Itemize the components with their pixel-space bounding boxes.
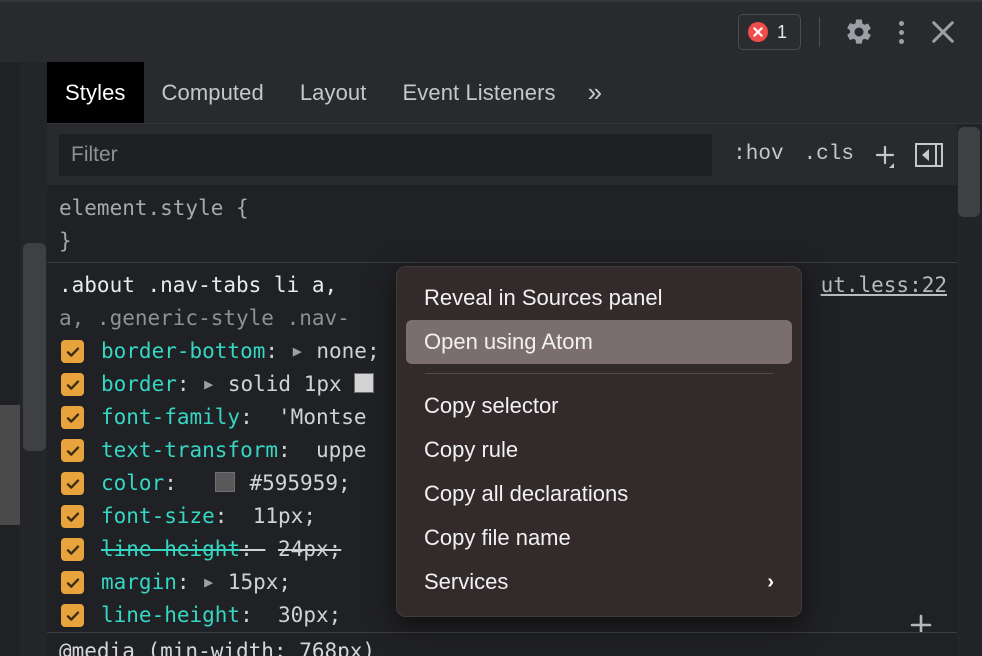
- declaration-property[interactable]: line-height: [101, 603, 240, 627]
- left-scrollbar-thumb[interactable]: [23, 243, 46, 451]
- toolbar-divider: [819, 17, 820, 47]
- tab-computed[interactable]: Computed: [144, 62, 282, 123]
- declaration-value[interactable]: none;: [316, 339, 379, 363]
- expand-triangle-icon[interactable]: ▶: [202, 566, 215, 599]
- rule-selector[interactable]: element.style {: [47, 192, 957, 225]
- declaration-property[interactable]: font-size: [101, 504, 215, 528]
- tabs-overflow-label: »: [587, 77, 603, 107]
- tab-event-listeners[interactable]: Event Listeners: [384, 62, 573, 123]
- declaration-checkbox[interactable]: [61, 604, 84, 627]
- menu-item-copy-file-name[interactable]: Copy file name: [406, 516, 792, 560]
- error-circle-x-icon: [747, 22, 768, 42]
- left-rail-highlight: [0, 405, 20, 525]
- rule-close-brace: }: [59, 229, 72, 253]
- declaration-property[interactable]: border-bottom: [101, 339, 265, 363]
- menu-item-label: Copy file name: [424, 525, 571, 550]
- kebab-dot: [898, 29, 904, 35]
- declaration-value[interactable]: 30px;: [278, 603, 341, 627]
- menu-item-services[interactable]: Services ›: [406, 560, 792, 604]
- close-icon[interactable]: [922, 11, 964, 53]
- declaration-checkbox[interactable]: [61, 373, 84, 396]
- declaration-property[interactable]: margin: [101, 570, 177, 594]
- declaration-value[interactable]: solid 1px: [228, 372, 342, 396]
- rule-media-query-partial[interactable]: @media (min-width: 768px): [47, 632, 957, 656]
- kebab-menu-icon[interactable]: [880, 11, 922, 53]
- menu-separator: [425, 373, 773, 374]
- declaration-value[interactable]: 24px;: [278, 537, 341, 561]
- menu-item-copy-selector[interactable]: Copy selector: [406, 384, 792, 428]
- expand-triangle-icon[interactable]: ▶: [291, 335, 304, 368]
- menu-item-label: Copy all declarations: [424, 481, 629, 506]
- search-input[interactable]: [59, 133, 713, 176]
- expand-triangle-icon[interactable]: ▶: [202, 368, 215, 401]
- tab-styles[interactable]: Styles: [47, 62, 144, 123]
- menu-item-copy-all-declarations[interactable]: Copy all declarations: [406, 472, 792, 516]
- filter-actions: :hov .cls: [712, 135, 951, 175]
- declaration-checkbox[interactable]: [61, 439, 84, 462]
- color-swatch[interactable]: [354, 373, 375, 393]
- gear-icon[interactable]: [838, 11, 880, 53]
- error-count-badge[interactable]: 1: [737, 14, 801, 50]
- devtools-toolbar: 1: [0, 0, 982, 62]
- declaration-checkbox[interactable]: [61, 472, 84, 495]
- declaration-checkbox[interactable]: [61, 505, 84, 528]
- declaration-property[interactable]: border: [101, 372, 177, 396]
- kebab-dot: [898, 38, 904, 44]
- devtools-styles-panel: 1 Styles Computed Layout Event Listeners…: [0, 0, 982, 656]
- declaration-property[interactable]: font-family: [101, 405, 240, 429]
- rule-selector-text: a, .generic-style .nav-: [59, 306, 350, 330]
- menu-item-reveal-in-sources[interactable]: Reveal in Sources panel: [406, 276, 792, 320]
- declaration-property[interactable]: text-transform: [101, 438, 278, 462]
- declaration-value[interactable]: 11px;: [253, 504, 316, 528]
- declaration-checkbox[interactable]: [61, 340, 84, 363]
- tab-label: Layout: [299, 79, 367, 105]
- element-classes-button[interactable]: .cls: [795, 137, 863, 172]
- rule-element-style[interactable]: element.style { }: [47, 186, 957, 263]
- menu-item-label: Services: [424, 569, 509, 594]
- context-menu: Reveal in Sources panel Open using Atom …: [396, 266, 802, 617]
- color-swatch[interactable]: [214, 472, 235, 492]
- tab-label: Computed: [161, 79, 264, 105]
- toggle-element-state-button[interactable]: :hov: [724, 137, 792, 172]
- declaration-value[interactable]: 15px;: [228, 570, 291, 594]
- tabs-overflow-icon[interactable]: »: [574, 62, 617, 123]
- rule-origin-link[interactable]: ut.less:22: [821, 269, 947, 302]
- tab-label: Styles: [65, 79, 126, 105]
- new-style-rule-button[interactable]: [865, 135, 905, 175]
- declaration-property[interactable]: line-height: [101, 537, 240, 561]
- declaration-value[interactable]: uppe: [316, 438, 367, 462]
- declaration-value[interactable]: 'Montse: [278, 405, 367, 429]
- submenu-chevron-right-icon: ›: [767, 570, 774, 593]
- error-count-label: 1: [776, 22, 787, 42]
- rule-selector-text: .about .nav-tabs li a,: [59, 273, 338, 297]
- menu-item-label: Copy rule: [424, 437, 519, 462]
- kebab-dot: [898, 20, 904, 26]
- declaration-value[interactable]: #595959;: [249, 471, 350, 495]
- declaration-checkbox[interactable]: [61, 406, 84, 429]
- declaration-checkbox[interactable]: [61, 538, 84, 561]
- menu-item-label: Open using Atom: [424, 329, 593, 354]
- left-rail: [0, 62, 20, 656]
- tab-layout[interactable]: Layout: [282, 62, 385, 123]
- right-scrollbar-thumb[interactable]: [958, 127, 980, 217]
- tab-label: Event Listeners: [402, 79, 556, 105]
- panel-collapse-icon[interactable]: [907, 135, 951, 175]
- menu-item-open-using-atom[interactable]: Open using Atom: [406, 320, 792, 364]
- declaration-checkbox[interactable]: [61, 571, 84, 594]
- styles-pane-tabs: Styles Computed Layout Event Listeners »: [47, 62, 982, 124]
- declaration-property[interactable]: color: [101, 471, 164, 495]
- menu-item-copy-rule[interactable]: Copy rule: [406, 428, 792, 472]
- menu-item-label: Copy selector: [424, 393, 559, 418]
- rule-selector-text: @media (min-width: 768px): [59, 639, 376, 656]
- menu-item-label: Reveal in Sources panel: [424, 285, 663, 310]
- toolbar-actions: 1: [737, 2, 982, 62]
- styles-filter-bar: :hov .cls: [47, 124, 957, 186]
